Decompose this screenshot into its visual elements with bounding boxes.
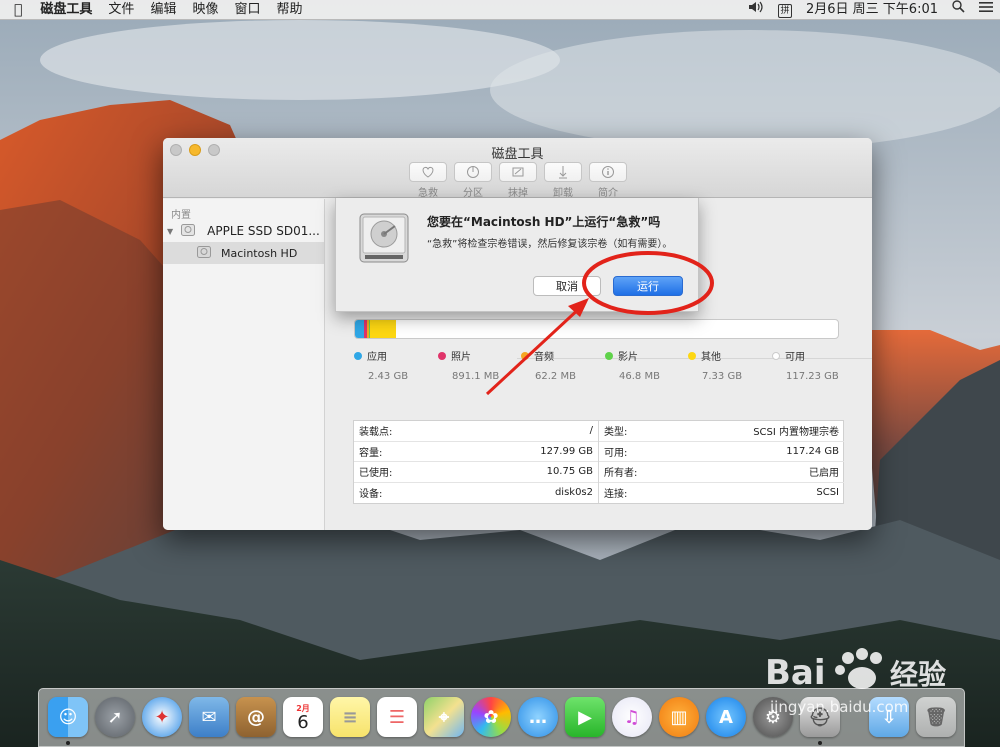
info-row-available: 可用: 117.24 GB xyxy=(599,442,844,462)
hard-disk-icon xyxy=(181,223,196,239)
info-row-connection: 连接: SCSI xyxy=(604,487,839,501)
toolbar-unmount-button[interactable]: 卸载 xyxy=(540,162,586,199)
menu-bar:  磁盘工具 文件 编辑 映像 窗口 帮助 拼 2月6日 周三 下午6:01 xyxy=(0,0,1000,20)
legend-dot xyxy=(354,351,362,360)
menu-file[interactable]: 文件 xyxy=(100,0,142,20)
legend-photos: 照片 891.1 MB xyxy=(438,348,528,382)
usage-segment-other xyxy=(370,320,396,338)
toolbar-erase-label: 抹掉 xyxy=(508,188,528,199)
legend-movies: 影片 46.8 MB xyxy=(605,348,695,382)
menu-help[interactable]: 帮助 xyxy=(268,0,310,20)
legend-dot xyxy=(772,351,780,360)
facetime-icon[interactable]: ▶ xyxy=(565,697,605,737)
legend-other: 其他 7.33 GB xyxy=(688,348,778,382)
running-indicator xyxy=(818,741,822,745)
info-column-right: 类型: SCSI 内置物理宗卷 可用: 117.24 GB 所有者: 已启用 连接: S… xyxy=(599,421,844,503)
spotlight-search-icon[interactable] xyxy=(945,0,972,20)
sidebar-disk-label: APPLE SSD SD01... xyxy=(207,224,320,238)
info-column-left: 装载点: / 容量: 127.99 GB 已使用: 10.75 GB 设备: disk0… xyxy=(354,421,599,503)
menu-app-name[interactable]: 磁盘工具 xyxy=(32,0,100,20)
toolbar-partition-button[interactable]: 分区 xyxy=(450,162,496,199)
menu-edit[interactable]: 编辑 xyxy=(142,0,184,20)
sidebar: 内置 ▼ APPLE SSD SD01... Macintosh HD xyxy=(163,199,325,530)
volume-icon[interactable] xyxy=(741,0,771,20)
first-aid-icon xyxy=(409,162,447,182)
toolbar-unmount-label: 卸载 xyxy=(553,188,573,199)
sidebar-volume-label: Macintosh HD xyxy=(221,246,298,260)
usage-bar xyxy=(354,319,839,339)
legend-apps: 应用 2.43 GB xyxy=(354,348,444,382)
legend-dot xyxy=(688,351,696,360)
window-title: 磁盘工具 xyxy=(491,147,544,162)
calendar-icon[interactable]: 2月 6 xyxy=(283,697,323,737)
info-row-device: 设备: disk0s2 xyxy=(359,487,593,501)
watermark-url: jingyan.baidu.com xyxy=(769,698,908,716)
safari-icon[interactable]: ✦ xyxy=(142,697,182,737)
toolbar-partition-label: 分区 xyxy=(463,188,483,199)
usage-segment-apps xyxy=(355,320,364,338)
first-aid-confirm-dialog: 您要在“Macintosh HD”上运行“急救”吗 “急救”将检查宗卷错误，然后… xyxy=(335,198,699,312)
info-icon xyxy=(589,162,627,182)
input-method-icon[interactable]: 拼 xyxy=(771,0,799,20)
volume-icon xyxy=(197,245,211,261)
notification-center-icon[interactable] xyxy=(972,0,1000,20)
info-row-used: 已使用: 10.75 GB xyxy=(354,462,598,483)
run-button[interactable]: 运行 xyxy=(613,276,683,296)
watermark-brand: Bai xyxy=(765,653,826,693)
info-row-mount-point: 装载点: / xyxy=(354,421,598,442)
volume-info-table: 装载点: / 容量: 127.99 GB 已使用: 10.75 GB 设备: disk0… xyxy=(353,420,844,504)
app-store-icon[interactable]: A xyxy=(706,697,746,737)
toolbar-erase-button[interactable]: 抹掉 xyxy=(495,162,541,199)
sidebar-item-disk[interactable]: ▼ APPLE SSD SD01... xyxy=(163,220,324,242)
info-row-capacity: 容量: 127.99 GB xyxy=(354,442,598,462)
mail-icon[interactable]: ✉ xyxy=(189,697,229,737)
launchpad-icon[interactable]: ➚ xyxy=(95,697,135,737)
running-indicator xyxy=(66,741,70,745)
maps-icon[interactable]: ⌖ xyxy=(424,697,464,737)
legend-dot xyxy=(521,351,529,360)
reminders-icon[interactable]: ☰ xyxy=(377,697,417,737)
legend-dot xyxy=(438,351,446,360)
info-row-type: 类型: SCSI 内置物理宗卷 xyxy=(599,421,844,442)
toolbar-first-aid-button[interactable]: 急救 xyxy=(405,162,451,199)
toolbar-info-button[interactable]: 简介 xyxy=(585,162,631,199)
apple-menu-icon[interactable]:  xyxy=(0,0,32,20)
dialog-title: 您要在“Macintosh HD”上运行“急救”吗 xyxy=(427,215,661,229)
photos-icon[interactable]: ✿ xyxy=(471,697,511,737)
dialog-message: “急救”将检查宗卷错误，然后修复该宗卷（如有需要）。 xyxy=(427,239,673,250)
cancel-button[interactable]: 取消 xyxy=(533,276,601,296)
menu-image[interactable]: 映像 xyxy=(184,0,226,20)
toolbar-info-label: 简介 xyxy=(598,188,618,199)
messages-icon[interactable]: … xyxy=(518,697,558,737)
baidu-watermark: Bai 经验 jingyan.baidu.com xyxy=(765,648,946,716)
sidebar-item-macintosh-hd[interactable]: Macintosh HD xyxy=(163,242,324,264)
sidebar-section-internal: 内置 xyxy=(171,210,191,221)
menu-window[interactable]: 窗口 xyxy=(226,0,268,20)
internal-drive-icon xyxy=(359,212,409,267)
baidu-paw-icon xyxy=(835,648,882,689)
legend-audio: 音频 62.2 MB xyxy=(521,348,611,382)
menubar-clock[interactable]: 2月6日 周三 下午6:01 xyxy=(799,0,945,20)
contacts-icon[interactable]: @ xyxy=(236,697,276,737)
disclosure-triangle-icon[interactable]: ▼ xyxy=(167,227,173,236)
erase-icon xyxy=(499,162,537,182)
info-row-owners: 所有者: 已启用 xyxy=(599,462,844,483)
toolbar-first-aid-label: 急救 xyxy=(418,188,438,199)
legend-dot xyxy=(605,351,613,360)
legend-available: 可用 117.23 GB xyxy=(772,348,862,382)
ibooks-icon[interactable]: ▥ xyxy=(659,697,699,737)
partition-icon xyxy=(454,162,492,182)
disk-utility-window: 磁盘工具 急救 分区 抹掉 卸载 简介 内置 ▼ APPLE SSD SD01.… xyxy=(163,138,872,530)
itunes-icon[interactable]: ♫ xyxy=(612,697,652,737)
unmount-icon xyxy=(544,162,582,182)
finder-icon[interactable]: ☺ xyxy=(48,697,88,737)
notes-icon[interactable]: ≡ xyxy=(330,697,370,737)
watermark-brand-suffix: 经验 xyxy=(890,658,946,691)
window-titlebar: 磁盘工具 急救 分区 抹掉 卸载 简介 xyxy=(163,138,872,199)
